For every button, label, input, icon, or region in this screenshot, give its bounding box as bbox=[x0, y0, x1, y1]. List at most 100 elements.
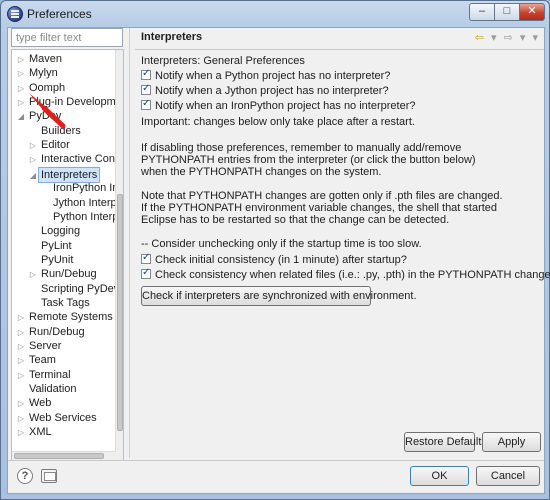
preferences-window: Preferences – □ ✕ ▷Maven▷Mylyn▷Oomph▷Plu… bbox=[0, 0, 550, 500]
back-arrow-icon[interactable]: ⇦ bbox=[475, 31, 484, 44]
tree-item-label: Server bbox=[29, 340, 62, 352]
collapsed-arrow-icon[interactable]: ▷ bbox=[16, 67, 26, 81]
notify-ironpython-checkbox[interactable]: Notify when an IronPython project has no… bbox=[141, 98, 416, 112]
preferences-tree: ▷ Maven ▷ Mylyn ▷ Oomph ▷ Plug-in Development ◢ P… bbox=[11, 49, 124, 461]
panel-sash[interactable] bbox=[129, 28, 130, 458]
back-menu-icon[interactable]: ▾ bbox=[491, 31, 497, 44]
title-bar[interactable]: Preferences – □ ✕ bbox=[1, 1, 549, 27]
collapsed-arrow-icon[interactable]: ▷ bbox=[16, 96, 26, 110]
tree-item[interactable]: ▷ XML bbox=[16, 425, 55, 439]
notify-python-checkbox[interactable]: Notify when a Python project has no inte… bbox=[141, 68, 391, 82]
collapsed-arrow-icon[interactable]: ▷ bbox=[16, 53, 26, 67]
tree-item[interactable]: ▷ Run/Debug bbox=[16, 325, 88, 339]
page-navigation: ⇦ ▾ ⇨ ▾ ▾ bbox=[471, 31, 538, 44]
collapsed-arrow-icon[interactable]: ▷ bbox=[16, 354, 26, 368]
tree-item[interactable]: Logging bbox=[28, 224, 83, 238]
forward-arrow-icon[interactable]: ⇨ bbox=[504, 31, 513, 44]
minimize-button[interactable]: – bbox=[469, 3, 495, 21]
collapsed-arrow-icon[interactable]: ▷ bbox=[16, 369, 26, 383]
info-text-line: Note that PYTHONPATH changes are gotten … bbox=[141, 190, 503, 202]
info-text-line: If the PYTHONPATH environment variable c… bbox=[141, 202, 498, 214]
initial-consistency-checkbox[interactable]: Check initial consistency (in 1 minute) … bbox=[141, 252, 407, 266]
close-button[interactable]: ✕ bbox=[519, 3, 545, 21]
tree-vertical-scroll-thumb[interactable] bbox=[117, 194, 123, 431]
collapsed-arrow-icon[interactable]: ▷ bbox=[28, 153, 38, 167]
tree-item[interactable]: PyUnit bbox=[28, 253, 76, 267]
checkbox-label: Notify when an IronPython project has no… bbox=[155, 100, 416, 112]
window-title: Preferences bbox=[27, 7, 92, 21]
filter-input[interactable] bbox=[11, 28, 123, 47]
tree-item[interactable]: ▷ Plug-in Development bbox=[16, 95, 123, 110]
tree-item[interactable]: ▷ Team bbox=[16, 353, 59, 367]
checkbox-box[interactable] bbox=[141, 98, 151, 110]
tree-item[interactable]: ▷ Mylyn bbox=[16, 66, 61, 80]
collapsed-arrow-icon[interactable]: ▷ bbox=[28, 268, 38, 282]
view-menu-icon[interactable]: ▾ bbox=[532, 31, 538, 44]
footer-divider bbox=[8, 460, 544, 461]
notify-jython-checkbox[interactable]: Notify when a Jython project has no inte… bbox=[141, 83, 389, 97]
collapsed-arrow-icon[interactable]: ▷ bbox=[16, 397, 26, 411]
page-title: Interpreters bbox=[141, 31, 203, 43]
forward-menu-icon[interactable]: ▾ bbox=[520, 31, 526, 44]
tree-item[interactable]: Builders bbox=[28, 124, 84, 138]
collapsed-arrow-icon[interactable]: ▷ bbox=[28, 139, 38, 153]
tree-item-label: Terminal bbox=[29, 368, 71, 381]
tree-item[interactable]: ▷ Terminal bbox=[16, 368, 74, 382]
tree-item[interactable]: ▷Interactive Console bbox=[28, 152, 123, 167]
collapsed-arrow-icon[interactable]: ▷ bbox=[16, 340, 26, 354]
tree-vertical-scrollbar[interactable] bbox=[115, 50, 123, 460]
collapsed-arrow-icon[interactable]: ▷ bbox=[16, 426, 26, 440]
collapsed-arrow-icon[interactable]: ▷ bbox=[16, 82, 26, 96]
tree-item[interactable]: ▷ Web Services bbox=[16, 411, 100, 425]
tree-item[interactable]: Scripting PyDev bbox=[28, 282, 122, 296]
tree-item[interactable]: Validation bbox=[16, 382, 80, 396]
tree-item[interactable]: ▷ Maven bbox=[16, 52, 65, 66]
expanded-arrow-icon[interactable]: ◢ bbox=[16, 110, 26, 124]
tree-item[interactable]: ▷ Editor bbox=[28, 138, 73, 152]
tree-horizontal-scrollbar[interactable] bbox=[12, 451, 116, 460]
tree-item[interactable]: ▷ Remote Systems bbox=[16, 310, 116, 324]
section-label: Interpreters: General Preferences bbox=[141, 55, 305, 67]
checkbox-label: Check consistency when related files (i.… bbox=[155, 269, 550, 281]
info-text-line: Eclipse has to be restarted so that the … bbox=[141, 214, 450, 226]
maximize-button[interactable]: □ bbox=[494, 3, 520, 21]
cancel-button[interactable]: Cancel bbox=[476, 466, 540, 486]
tree-item[interactable]: PyLint bbox=[28, 239, 75, 253]
tree-item-label: Validation bbox=[29, 383, 77, 396]
check-sync-button[interactable]: Check if interpreters are synchronized w… bbox=[141, 286, 417, 306]
import-export-icon[interactable] bbox=[41, 469, 57, 483]
checkbox-box[interactable] bbox=[141, 68, 151, 80]
tree-horizontal-scroll-thumb[interactable] bbox=[14, 453, 104, 459]
collapsed-arrow-icon[interactable]: ▷ bbox=[16, 326, 26, 340]
checkbox-box[interactable] bbox=[141, 267, 151, 279]
collapsed-arrow-icon[interactable]: ▷ bbox=[16, 412, 26, 426]
checkbox-label: Notify when a Python project has no inte… bbox=[155, 70, 391, 82]
tree-item[interactable]: Python Interpreter bbox=[40, 210, 123, 224]
expanded-arrow-icon[interactable]: ◢ bbox=[28, 169, 38, 183]
tree-item[interactable]: ◢ PyDev bbox=[16, 109, 64, 123]
tree-item-label: Oomph bbox=[29, 81, 66, 94]
tree-item-label: Jython Interpreter bbox=[53, 196, 123, 209]
tree-item[interactable]: Jython Interpreter bbox=[40, 196, 123, 210]
tree-item-label: Task Tags bbox=[41, 296, 90, 309]
tree-item-label: PyUnit bbox=[41, 253, 74, 266]
checkbox-box[interactable] bbox=[141, 83, 151, 95]
checkbox-box[interactable] bbox=[141, 252, 151, 264]
tree-item-label: Web Services bbox=[29, 411, 97, 424]
tree-item[interactable]: ▷ Web bbox=[16, 396, 54, 410]
tree-item[interactable]: Task Tags bbox=[28, 296, 93, 310]
apply-button[interactable]: Apply bbox=[482, 432, 541, 452]
ok-button[interactable]: OK bbox=[410, 466, 469, 486]
tree-item-label: PyLint bbox=[41, 239, 72, 252]
tree-item[interactable]: ▷ Server bbox=[16, 339, 64, 353]
tree-item-label: XML bbox=[29, 426, 52, 439]
tree-item[interactable]: ▷ Run/Debug bbox=[28, 267, 100, 281]
collapsed-arrow-icon[interactable]: ▷ bbox=[16, 311, 26, 325]
related-files-consistency-checkbox[interactable]: Check consistency when related files (i.… bbox=[141, 267, 550, 281]
tree-item-label: Mylyn bbox=[29, 67, 58, 80]
tree-item[interactable]: ◢ Interpreters bbox=[28, 166, 101, 183]
help-icon[interactable]: ? bbox=[17, 468, 33, 484]
tree-item[interactable]: IronPython Interpreter bbox=[40, 181, 123, 195]
restore-defaults-button[interactable]: Restore Defaults bbox=[404, 432, 487, 452]
tree-item[interactable]: ▷ Oomph bbox=[16, 81, 68, 95]
